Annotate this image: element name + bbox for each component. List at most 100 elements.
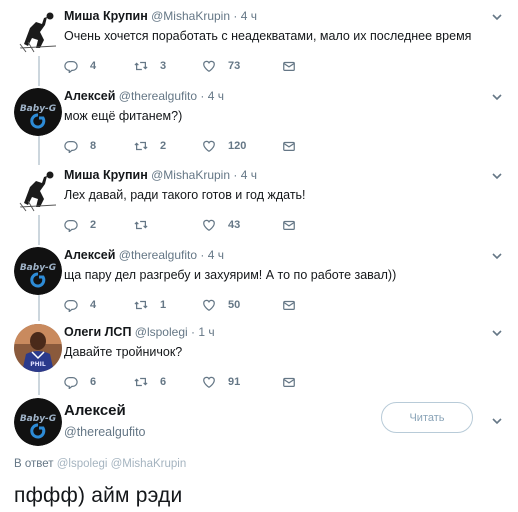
- tweet-text: ща пару дел разгребу и захуярим! А то по…: [64, 268, 397, 282]
- reply-count: 2: [90, 219, 97, 231]
- envelope-icon: [283, 220, 295, 230]
- retweet-button[interactable]: 3: [134, 59, 202, 73]
- direct-message-button[interactable]: [282, 139, 352, 153]
- reply-icon: [64, 300, 78, 312]
- chevron-down-icon[interactable]: [490, 90, 504, 104]
- chevron-down-icon[interactable]: [490, 10, 504, 24]
- avatar[interactable]: [14, 167, 62, 215]
- retweet-count: 2: [160, 140, 167, 152]
- tweet-header: Миша Крупин @MishaKrupin · 4 ч: [64, 167, 488, 183]
- like-button[interactable]: 120: [202, 139, 282, 153]
- reply-button[interactable]: 2: [64, 218, 134, 232]
- author-handle[interactable]: @therealgufito: [119, 89, 197, 103]
- avatar[interactable]: PHIL: [14, 324, 62, 372]
- separator-dot: ·: [191, 325, 195, 339]
- heart-icon: [203, 376, 215, 388]
- direct-message-button[interactable]: [282, 218, 352, 232]
- direct-message-button[interactable]: [282, 298, 352, 312]
- thread-line: [38, 211, 40, 245]
- separator-dot: ·: [233, 9, 238, 23]
- retweet-icon: [134, 377, 148, 387]
- tweet-actions: 2 43: [64, 217, 488, 233]
- baby-g-logo-icon: Baby-G: [14, 398, 62, 446]
- like-button[interactable]: 73: [202, 59, 282, 73]
- envelope-icon: [283, 61, 295, 71]
- retweet-count: 1: [160, 299, 167, 311]
- tweet-actions: 6 6 91: [64, 374, 488, 390]
- timestamp[interactable]: 4 ч: [241, 168, 257, 182]
- volleyball-player-icon: [14, 167, 62, 215]
- timestamp[interactable]: 4 ч: [208, 89, 224, 103]
- author-name[interactable]: Алексей: [64, 248, 115, 262]
- author-name[interactable]: Алексей: [64, 89, 115, 103]
- reply-count: 4: [90, 299, 97, 311]
- reply-icon: [64, 61, 78, 73]
- separator-dot: ·: [233, 168, 238, 182]
- retweet-icon: [134, 300, 148, 310]
- chevron-down-icon[interactable]: [490, 169, 504, 183]
- reply-button[interactable]: 4: [64, 298, 134, 312]
- svg-text:Baby-G: Baby-G: [20, 414, 56, 424]
- retweet-button[interactable]: 6: [134, 375, 202, 389]
- reply-button[interactable]: 6: [64, 375, 134, 389]
- like-count: 50: [228, 299, 241, 311]
- tweet-actions: 8 2 120: [64, 138, 488, 154]
- like-button[interactable]: 43: [202, 218, 282, 232]
- reply-count: 8: [90, 140, 97, 152]
- baby-g-logo-icon: Baby-G: [14, 247, 62, 295]
- chevron-down-icon[interactable]: [490, 249, 504, 263]
- thread-line: [38, 132, 40, 165]
- timestamp[interactable]: 4 ч: [208, 248, 224, 262]
- retweet-button[interactable]: 1: [134, 298, 202, 312]
- chevron-down-icon[interactable]: [490, 414, 504, 428]
- avatar[interactable]: Baby-G: [14, 398, 62, 446]
- like-count: 73: [228, 60, 241, 72]
- avatar[interactable]: [14, 8, 62, 56]
- like-button[interactable]: 91: [202, 375, 282, 389]
- thread-line: [38, 52, 40, 86]
- tweet-text: Давайте тройничок?: [64, 345, 183, 359]
- retweet-icon: [134, 220, 148, 230]
- reply-button[interactable]: 8: [64, 139, 134, 153]
- avatar[interactable]: Baby-G: [14, 88, 62, 136]
- follow-button[interactable]: Читать: [381, 402, 473, 433]
- heart-icon: [203, 140, 215, 152]
- retweet-button[interactable]: 2: [134, 139, 202, 153]
- tweet-header: Миша Крупин @MishaKrupin · 4 ч: [64, 8, 488, 24]
- like-button[interactable]: 50: [202, 298, 282, 312]
- heart-icon: [203, 219, 215, 231]
- timestamp[interactable]: 1 ч: [198, 325, 214, 339]
- envelope-icon: [283, 300, 295, 310]
- author-name[interactable]: Миша Крупин: [64, 9, 148, 23]
- tweet-header: Алексей @therealgufito · 4 ч: [64, 247, 488, 263]
- separator-dot: ·: [200, 89, 205, 103]
- author-name[interactable]: Миша Крупин: [64, 168, 148, 182]
- reply-icon: [64, 377, 78, 389]
- reply-to-mentions[interactable]: @lspolegi @MishaKrupin: [57, 458, 186, 470]
- like-count: 91: [228, 376, 241, 388]
- svg-text:Baby-G: Baby-G: [20, 263, 56, 273]
- author-handle[interactable]: @MishaKrupin: [151, 9, 230, 23]
- retweet-button[interactable]: [134, 218, 202, 232]
- focused-tweet-text: пффф) айм рэди: [14, 484, 183, 507]
- timestamp[interactable]: 4 ч: [241, 9, 257, 23]
- like-count: 120: [228, 140, 247, 152]
- author-handle[interactable]: @lspolegi: [135, 325, 188, 339]
- direct-message-button[interactable]: [282, 375, 352, 389]
- author-handle[interactable]: @therealgufito: [119, 248, 197, 262]
- tweet-actions: 4 1 50: [64, 297, 488, 313]
- tweet-header: Олеги ЛСП @lspolegi · 1 ч: [64, 324, 488, 340]
- tweet-actions: 4 3 73: [64, 58, 488, 74]
- avatar[interactable]: Baby-G: [14, 247, 62, 295]
- direct-message-button[interactable]: [282, 59, 352, 73]
- reply-to-line: В ответ @lspolegi @MishaKrupin: [14, 458, 186, 470]
- svg-text:PHIL: PHIL: [30, 361, 46, 368]
- svg-text:Baby-G: Baby-G: [20, 104, 56, 114]
- author-handle[interactable]: @MishaKrupin: [151, 168, 230, 182]
- author-name[interactable]: Олеги ЛСП: [64, 325, 131, 339]
- reply-button[interactable]: 4: [64, 59, 134, 73]
- chevron-down-icon[interactable]: [490, 326, 504, 340]
- retweet-count: 3: [160, 60, 167, 72]
- retweet-icon: [134, 141, 148, 151]
- tweet-header: Алексей @therealgufito · 4 ч: [64, 88, 488, 104]
